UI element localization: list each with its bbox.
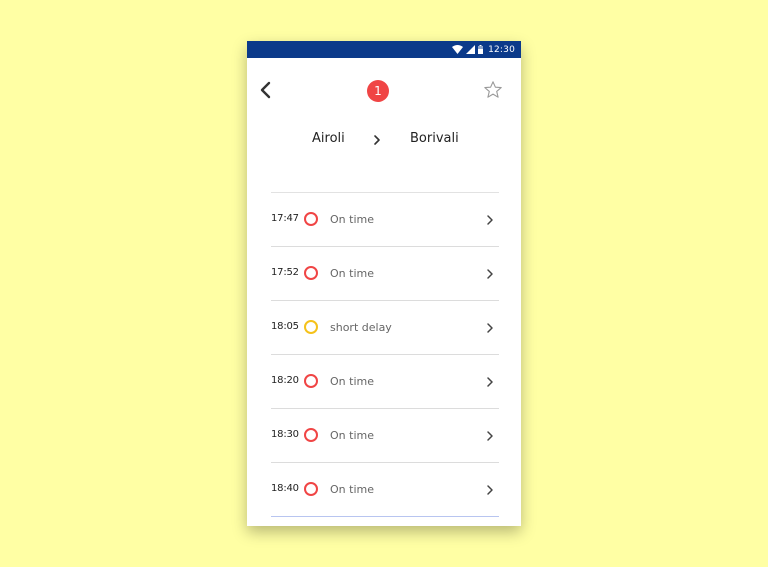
chevron-right-icon	[485, 320, 495, 334]
status-indicator-icon	[304, 266, 318, 280]
train-status: short delay	[330, 321, 392, 334]
phone-screen: 12:30 1 Airoli Borivali 17:47 On time 17…	[247, 41, 521, 526]
status-indicator-icon	[304, 374, 318, 388]
status-time: 12:30	[488, 44, 515, 55]
chevron-right-icon	[485, 374, 495, 388]
route-header: Airoli Borivali	[247, 124, 521, 176]
chevron-left-icon	[260, 81, 271, 99]
train-status: On time	[330, 429, 374, 442]
chevron-right-icon	[485, 266, 495, 280]
back-button[interactable]	[257, 80, 275, 100]
route-from: Airoli	[312, 131, 345, 146]
battery-icon	[478, 45, 484, 54]
chevron-right-icon	[371, 132, 383, 146]
favorite-button[interactable]	[483, 80, 503, 100]
chevron-right-icon	[485, 212, 495, 226]
train-status: On time	[330, 483, 374, 496]
star-outline-icon	[484, 81, 502, 98]
app-header: 1	[247, 58, 521, 124]
status-indicator-icon	[304, 320, 318, 334]
train-status: On time	[330, 375, 374, 388]
train-row[interactable]: 18:20 On time	[271, 355, 499, 409]
train-time: 17:47	[271, 213, 299, 224]
wifi-icon	[452, 45, 464, 54]
status-indicator-icon	[304, 482, 318, 496]
status-indicator-icon	[304, 428, 318, 442]
train-row[interactable]: 18:30 On time	[271, 409, 499, 463]
chevron-right-icon	[485, 428, 495, 442]
train-time: 17:52	[271, 267, 299, 278]
signal-icon	[466, 45, 476, 54]
route-to: Borivali	[410, 131, 459, 146]
train-row[interactable]: 17:52 On time	[271, 247, 499, 301]
train-row[interactable]: 17:47 On time	[271, 193, 499, 247]
train-status: On time	[330, 267, 374, 280]
train-time: 18:05	[271, 321, 299, 332]
train-row[interactable]: 18:05 short delay	[271, 301, 499, 355]
notification-badge[interactable]: 1	[367, 80, 389, 102]
status-bar: 12:30	[247, 41, 521, 58]
train-time: 18:30	[271, 429, 299, 440]
chevron-right-icon	[485, 482, 495, 496]
train-time: 18:20	[271, 375, 299, 386]
train-list: 17:47 On time 17:52 On time 18:05 short …	[271, 192, 499, 517]
train-status: On time	[330, 213, 374, 226]
train-time: 18:40	[271, 483, 299, 494]
status-indicator-icon	[304, 212, 318, 226]
train-row[interactable]: 18:40 On time	[271, 463, 499, 517]
